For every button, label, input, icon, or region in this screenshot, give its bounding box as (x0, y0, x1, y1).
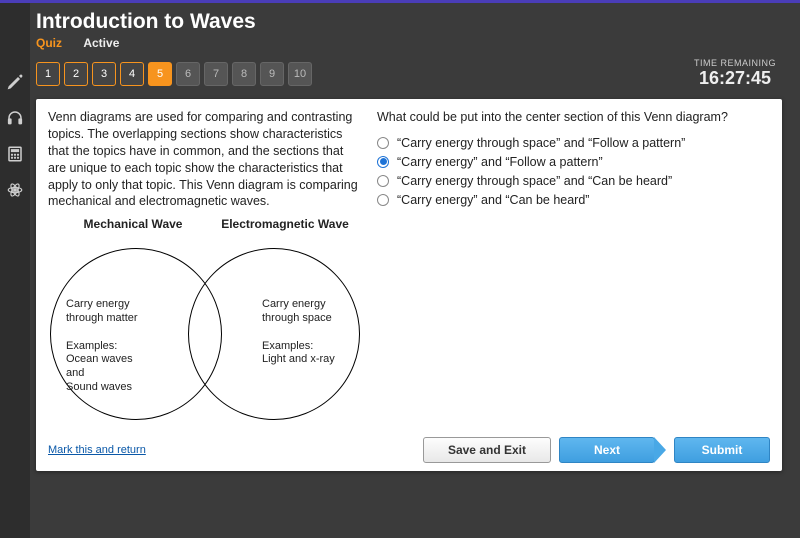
panel-footer: Mark this and return Save and Exit Next … (48, 437, 770, 463)
option-label: “Carry energy through space” and “Can be… (397, 174, 672, 188)
main-area: Introduction to Waves Quiz Active 123456… (30, 0, 800, 471)
venn-right-label: Electromagnetic Wave (220, 218, 350, 231)
timer-label: TIME REMAINING (694, 58, 776, 68)
option-label: “Carry energy” and “Follow a pattern” (397, 155, 603, 169)
question-nav-5[interactable]: 5 (148, 62, 172, 86)
answer-column: What could be put into the center sectio… (377, 109, 770, 428)
options-list: “Carry energy through space” and “Follow… (377, 136, 770, 207)
option-radio[interactable] (377, 175, 389, 187)
question-nav-3[interactable]: 3 (92, 62, 116, 86)
passage-column: Venn diagrams are used for comparing and… (48, 109, 363, 428)
headphones-icon[interactable] (6, 109, 24, 127)
option-row[interactable]: “Carry energy” and “Can be heard” (377, 193, 770, 207)
option-label: “Carry energy” and “Can be heard” (397, 193, 589, 207)
atom-icon[interactable] (6, 181, 24, 199)
option-row[interactable]: “Carry energy through space” and “Follow… (377, 136, 770, 150)
option-radio[interactable] (377, 137, 389, 149)
venn-left-text: Carry energy through matter Examples: Oc… (66, 298, 176, 394)
question-nav-9: 9 (260, 62, 284, 86)
timer-value: 16:27:45 (694, 68, 776, 89)
next-arrow-icon (654, 437, 666, 463)
venn-diagram: Mechanical Wave Electromagnetic Wave Car… (48, 218, 363, 428)
question-nav-2[interactable]: 2 (64, 62, 88, 86)
option-row[interactable]: “Carry energy” and “Follow a pattern” (377, 155, 770, 169)
tool-sidebar (0, 3, 30, 538)
next-button-wrap[interactable]: Next (559, 437, 666, 463)
mark-return-link[interactable]: Mark this and return (48, 444, 146, 456)
option-row[interactable]: “Carry energy through space” and “Can be… (377, 174, 770, 188)
question-nav-4[interactable]: 4 (120, 62, 144, 86)
progress-row: 12345678910 TIME REMAINING 16:27:45 (36, 58, 800, 89)
pencil-icon[interactable] (6, 73, 24, 91)
question-nav-1[interactable]: 1 (36, 62, 60, 86)
question-nav: 12345678910 (36, 62, 312, 86)
save-exit-button[interactable]: Save and Exit (423, 437, 551, 463)
question-nav-8: 8 (232, 62, 256, 86)
venn-right-text: Carry energy through space Examples: Lig… (262, 298, 362, 367)
venn-left-label: Mechanical Wave (68, 218, 198, 231)
question-nav-10: 10 (288, 62, 312, 86)
subheader: Quiz Active (36, 36, 800, 50)
submit-button[interactable]: Submit (674, 437, 770, 463)
status-label: Active (83, 36, 119, 50)
question-prompt: What could be put into the center sectio… (377, 109, 770, 126)
question-nav-6: 6 (176, 62, 200, 86)
option-radio[interactable] (377, 194, 389, 206)
passage-text: Venn diagrams are used for comparing and… (48, 109, 363, 210)
page-title: Introduction to Waves (36, 10, 800, 34)
next-button[interactable]: Next (559, 437, 655, 463)
option-radio[interactable] (377, 156, 389, 168)
calculator-icon[interactable] (6, 145, 24, 163)
question-panel: Venn diagrams are used for comparing and… (36, 99, 782, 471)
timer: TIME REMAINING 16:27:45 (694, 58, 776, 89)
option-label: “Carry energy through space” and “Follow… (397, 136, 685, 150)
question-nav-7: 7 (204, 62, 228, 86)
quiz-label: Quiz (36, 36, 62, 50)
